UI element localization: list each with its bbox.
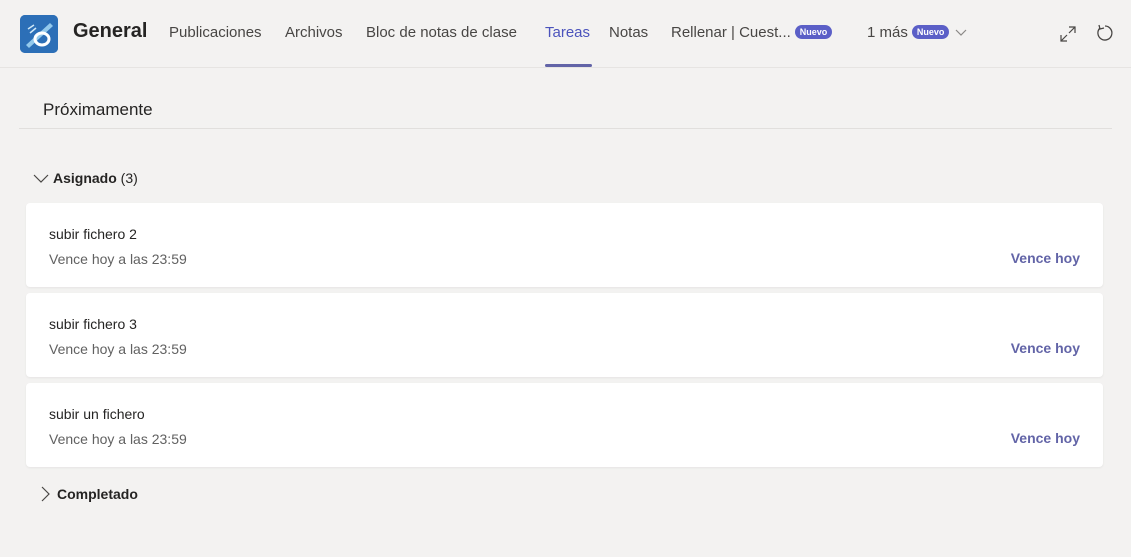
section-title: Próximamente (43, 100, 153, 119)
assigned-group-count: (3) (120, 170, 138, 186)
assignment-due-date: Vence hoy a las 23:59 (49, 431, 187, 447)
assignment-card[interactable]: subir fichero 2 Vence hoy a las 23:59 Ve… (26, 203, 1103, 287)
more-tabs-dropdown[interactable]: 1 más Nuevo (867, 24, 967, 41)
new-badge: Nuevo (911, 25, 950, 39)
tab-bloc-de-notas[interactable]: Bloc de notas de clase (366, 24, 517, 41)
completed-group-toggle[interactable]: Completado (37, 486, 138, 502)
assignment-status: Vence hoy (1010, 340, 1080, 356)
team-logo[interactable] (20, 15, 58, 53)
assignment-due-date: Vence hoy a las 23:59 (49, 251, 187, 267)
completed-group-label: Completado (57, 486, 138, 502)
chevron-right-icon (37, 486, 53, 502)
assignment-title: subir fichero 3 (49, 316, 137, 332)
refresh-icon[interactable] (1095, 23, 1115, 43)
more-tabs-label: 1 más (867, 24, 908, 41)
assignment-card[interactable]: subir un fichero Vence hoy a las 23:59 V… (26, 383, 1103, 467)
tab-notas[interactable]: Notas (609, 24, 648, 41)
tab-tareas[interactable]: Tareas (545, 24, 590, 41)
assignment-status: Vence hoy (1010, 250, 1080, 266)
assignment-status: Vence hoy (1010, 430, 1080, 446)
tab-archivos[interactable]: Archivos (285, 24, 343, 41)
expand-icon[interactable] (1058, 24, 1078, 44)
channel-header: General Publicaciones Archivos Bloc de n… (0, 0, 1131, 68)
assignment-due-date: Vence hoy a las 23:59 (49, 341, 187, 357)
section-divider (19, 128, 1112, 129)
assigned-group-label: Asignado (53, 170, 117, 186)
active-tab-indicator (545, 64, 592, 67)
new-badge: Nuevo (794, 25, 833, 39)
assignment-title: subir fichero 2 (49, 226, 137, 242)
tab-rellenar-label: Rellenar | Cuest... (671, 24, 791, 41)
assigned-group-toggle[interactable]: Asignado (3) (33, 170, 138, 190)
tab-publicaciones[interactable]: Publicaciones (169, 24, 262, 41)
channel-name: General (73, 20, 148, 42)
assignment-card[interactable]: subir fichero 3 Vence hoy a las 23:59 Ve… (26, 293, 1103, 377)
chevron-down-icon (955, 24, 967, 41)
chevron-down-icon (33, 170, 49, 186)
tab-rellenar-cuestionario[interactable]: Rellenar | Cuest... Nuevo (671, 24, 833, 41)
assignment-title: subir un fichero (49, 406, 145, 422)
